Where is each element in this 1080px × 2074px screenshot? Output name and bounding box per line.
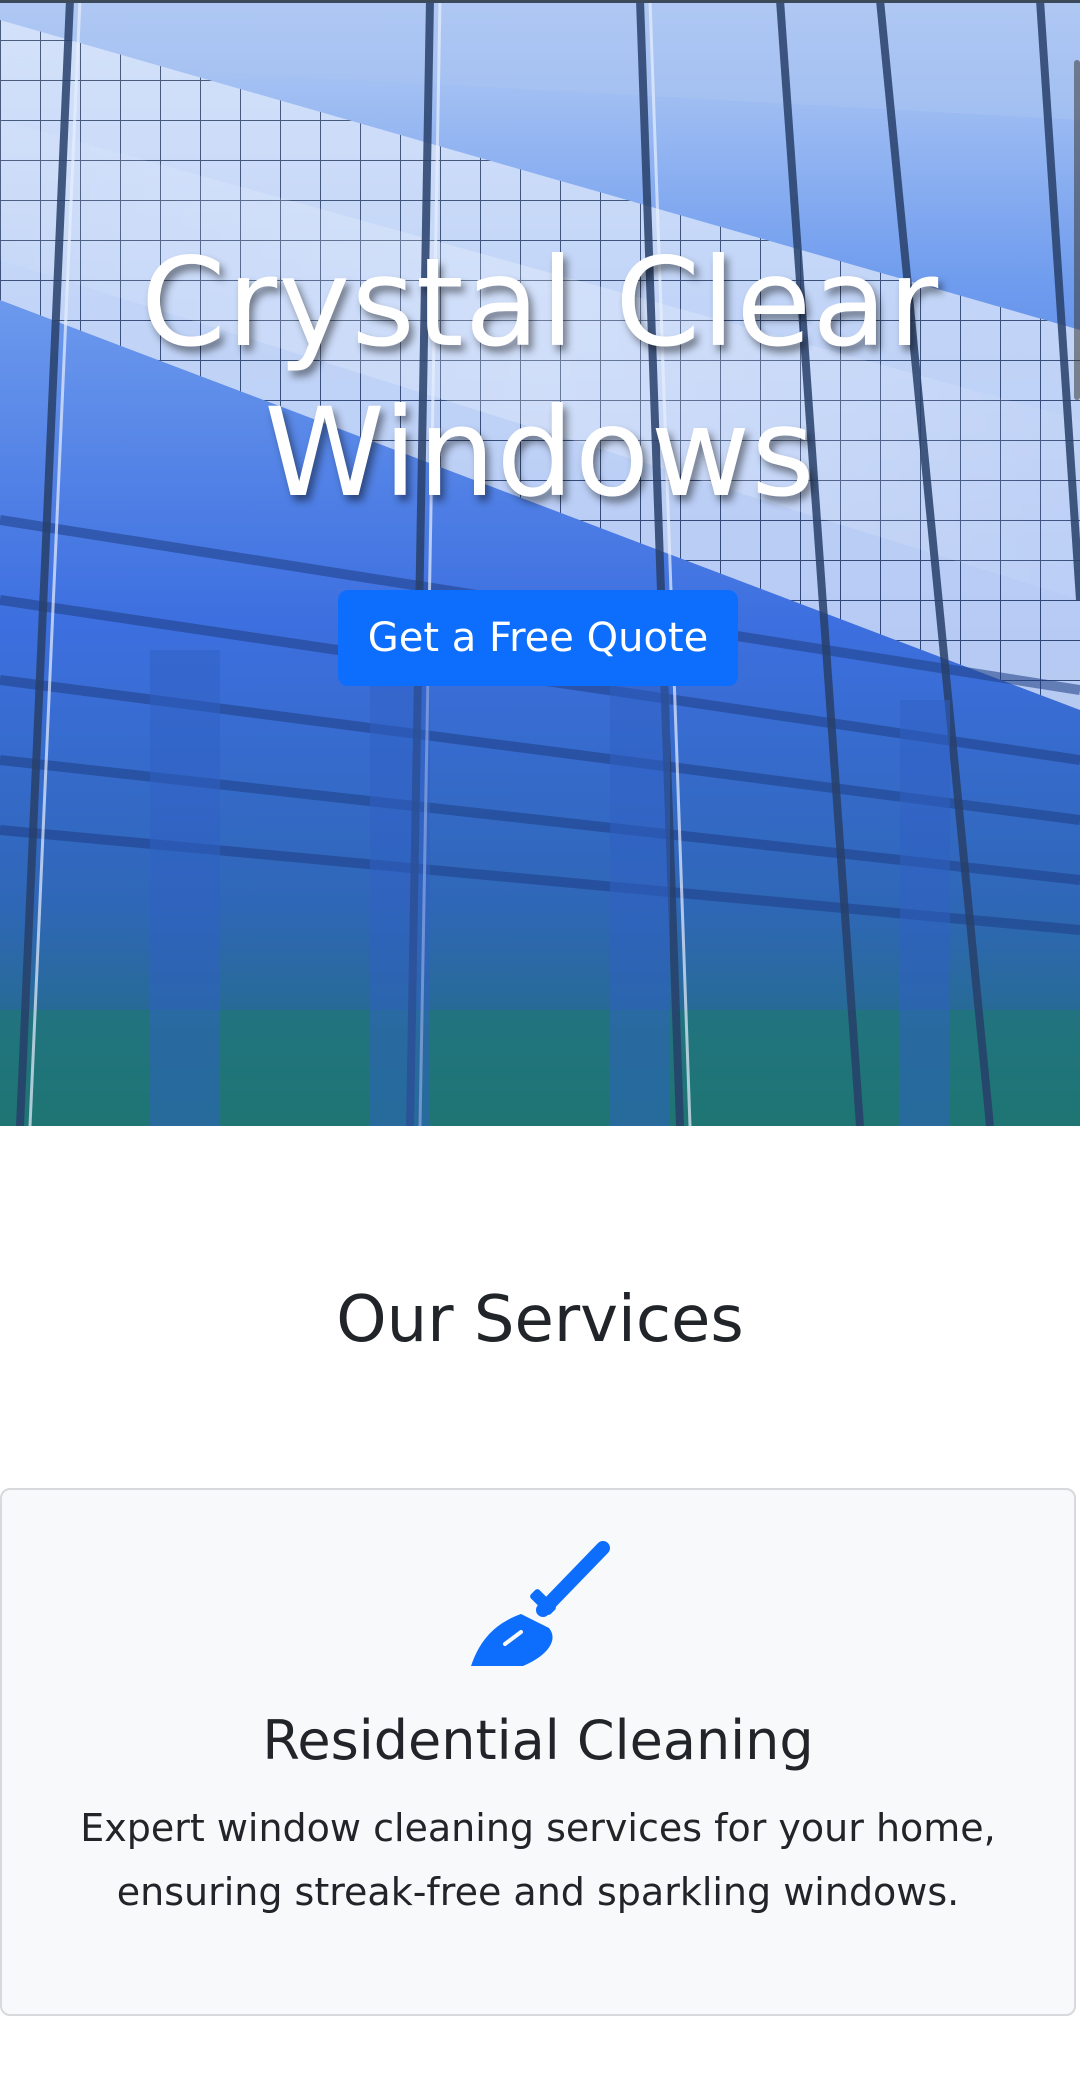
service-card-title: Residential Cleaning — [262, 1709, 814, 1772]
hero-title: Crystal Clear Windows — [0, 228, 1080, 528]
services-heading: Our Services — [336, 1283, 744, 1357]
top-divider — [0, 0, 1080, 3]
hero-background-image — [0, 0, 1080, 1126]
page: Crystal Clear Windows Get a Free Quote O… — [0, 0, 1080, 2074]
get-quote-button[interactable]: Get a Free Quote — [338, 590, 738, 686]
broom-icon — [471, 1541, 610, 1666]
service-card-description: Expert window cleaning services for your… — [80, 1806, 996, 1914]
scrollbar-thumb[interactable] — [1074, 60, 1080, 400]
hero-title-text: Crystal Clear Windows — [140, 232, 940, 524]
hero-section: Crystal Clear Windows Get a Free Quote — [0, 0, 1080, 1126]
